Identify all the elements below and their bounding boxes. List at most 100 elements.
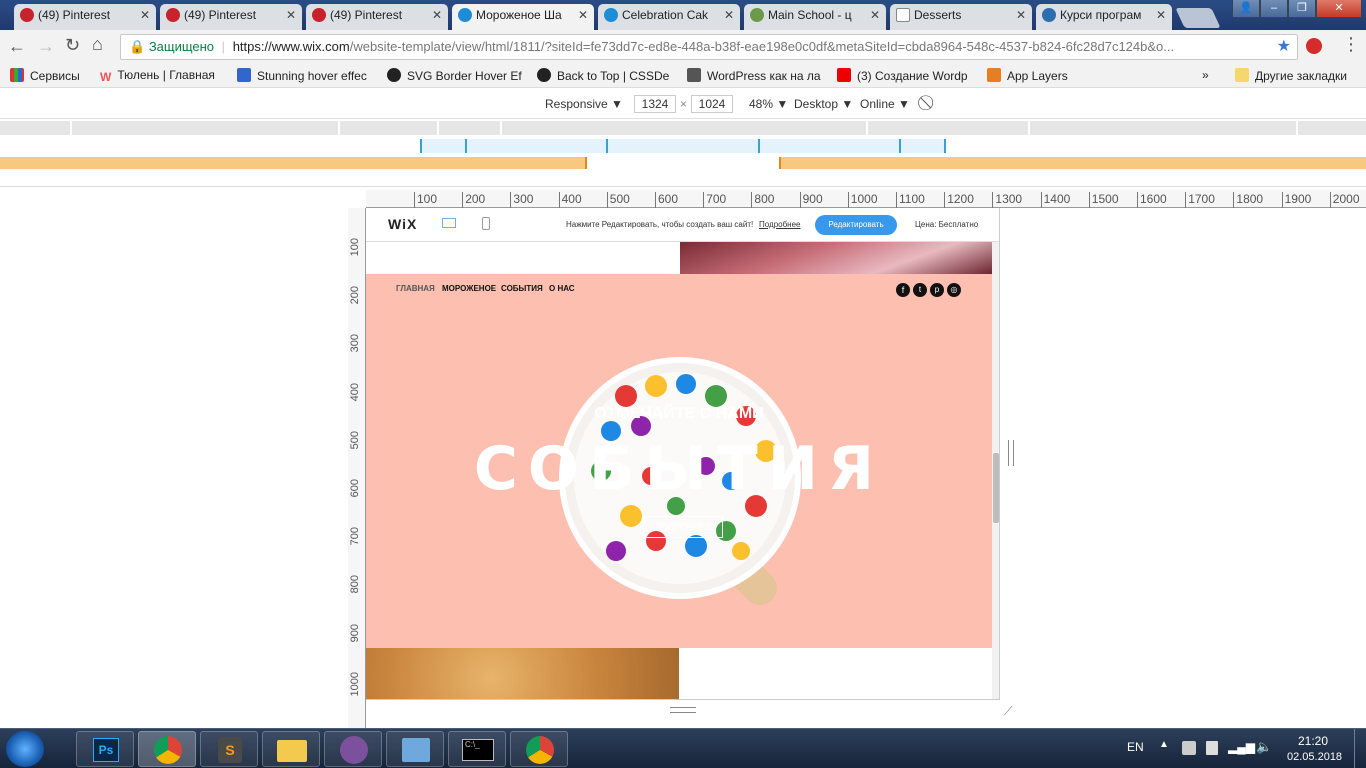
other-bookmarks[interactable]: Другие закладки (1235, 68, 1347, 83)
close-icon[interactable]: ✕ (1156, 4, 1166, 26)
facebook-icon[interactable]: f (896, 283, 910, 297)
taskbar-explorer[interactable] (262, 731, 320, 767)
bookmark-item[interactable]: WordPress как на ла (687, 68, 821, 83)
bookmark-item[interactable]: W Тюлень | Главная (100, 68, 215, 84)
volume-icon[interactable]: 🔈 (1256, 739, 1272, 755)
user-icon[interactable]: 👤 (1232, 0, 1260, 18)
browser-tab[interactable]: (49) Pinterest ✕ (160, 4, 302, 30)
ruler-tick-label: 1400 (1040, 192, 1070, 208)
new-tab-button[interactable] (1175, 8, 1221, 28)
tab-title: (49) Pinterest (184, 8, 257, 22)
tab-title: (49) Pinterest (330, 8, 403, 22)
zoom-select[interactable]: 48% ▼ (749, 97, 788, 111)
learn-more-link[interactable]: Подробнее (759, 220, 801, 229)
close-icon[interactable]: ✕ (870, 4, 880, 26)
close-icon[interactable]: ✕ (286, 4, 296, 26)
secure-label: Защищено (148, 39, 215, 54)
browser-tab[interactable]: Celebration Cak ✕ (598, 4, 740, 30)
start-button[interactable] (6, 731, 44, 767)
nav-home[interactable]: ГЛАВНАЯ (396, 284, 435, 293)
close-window-button[interactable]: ✕ (1316, 0, 1362, 18)
taskbar-viber[interactable] (324, 731, 382, 767)
nav-events[interactable]: СОБЫТИЯ (501, 284, 543, 293)
signal-icon[interactable]: ▂▄▆ (1228, 740, 1255, 754)
wix-logo[interactable]: WiX (388, 216, 417, 232)
nav-ice-cream[interactable]: МОРОЖЕНОЕ (442, 284, 496, 293)
close-icon[interactable]: ✕ (432, 4, 442, 26)
taskbar-chrome-2[interactable] (510, 731, 568, 767)
bar-marker (758, 139, 760, 153)
height-input[interactable]: 1024 (691, 95, 733, 113)
extension-icon[interactable] (1306, 38, 1322, 54)
taskbar-photoshop[interactable]: Ps (76, 731, 134, 767)
close-icon[interactable]: ✕ (140, 4, 150, 26)
edit-button[interactable]: Редактировать (815, 215, 897, 235)
browser-tab[interactable]: (49) Pinterest ✕ (306, 4, 448, 30)
minimize-button[interactable]: – (1260, 0, 1288, 18)
tray-expand-icon[interactable]: ▲ (1159, 739, 1169, 750)
browser-tab-strip: (49) Pinterest ✕ (49) Pinterest ✕ (49) P… (0, 0, 1366, 30)
browser-tab[interactable]: Desserts ✕ (890, 4, 1032, 30)
bookmarks-overflow[interactable]: » (1202, 68, 1209, 82)
bookmark-item[interactable]: App Layers (987, 68, 1068, 83)
desktop-icon[interactable] (442, 218, 456, 228)
taskbar-sublime[interactable]: S (200, 731, 258, 767)
browser-tab-active[interactable]: Мороженое Ша ✕ (452, 4, 594, 30)
resize-handle-bottom[interactable] (670, 707, 696, 713)
reload-icon[interactable]: ↻ (65, 35, 80, 56)
tab-title: Celebration Cak (622, 8, 709, 22)
network-select[interactable]: Online ▼ (860, 97, 910, 111)
show-desktop-button[interactable] (1354, 729, 1366, 768)
media-query-bar-gray[interactable] (0, 121, 1366, 135)
bookmark-label: (3) Создание Wordp (857, 69, 968, 83)
learn-more-button[interactable]: ПОДРОБНЕЕ (643, 516, 723, 538)
media-query-bar-orange[interactable] (0, 157, 587, 169)
mobile-icon[interactable] (482, 217, 490, 230)
responsive-select[interactable]: Responsive ▼ (545, 97, 623, 111)
instagram-icon[interactable]: ◎ (947, 283, 961, 297)
menu-icon[interactable]: ⋮ (1342, 34, 1360, 55)
address-bar[interactable]: 🔒 Защищено | https://www.wix.com/website… (120, 34, 1298, 60)
close-icon[interactable]: ✕ (1016, 4, 1026, 26)
bookmark-item[interactable]: (3) Создание Wordp (837, 68, 968, 83)
width-input[interactable]: 1324 (634, 95, 676, 113)
nav-about[interactable]: О НАС (549, 284, 575, 293)
bookmark-item[interactable]: Stunning hover effec (237, 68, 367, 83)
home-icon[interactable]: ⌂ (92, 34, 103, 55)
scrollbar-thumb[interactable] (993, 453, 999, 523)
terminal-icon: C:\_ (462, 739, 494, 761)
twitter-icon[interactable]: t (913, 283, 927, 297)
network-error-icon[interactable] (1182, 741, 1196, 755)
language-indicator[interactable]: EN (1127, 740, 1144, 754)
resize-handle-right[interactable] (1008, 440, 1014, 466)
bookmark-item[interactable]: Back to Top | CSSDe (537, 68, 669, 83)
bookmark-item[interactable]: Сервисы (10, 68, 80, 83)
device-icon[interactable] (1206, 741, 1218, 755)
media-query-bar-blue[interactable] (420, 139, 946, 153)
close-icon[interactable]: ✕ (578, 4, 588, 26)
codepen-icon (387, 68, 401, 82)
ruler-tick-label: 1300 (992, 192, 1022, 208)
close-icon[interactable]: ✕ (724, 4, 734, 26)
taskbar-control-panel[interactable] (386, 731, 444, 767)
back-icon[interactable]: ← (8, 36, 26, 57)
maximize-button[interactable]: ❐ (1288, 0, 1316, 18)
bar-divider (1296, 121, 1298, 135)
resize-corner-icon[interactable]: ⟋ (1004, 704, 1012, 719)
tab-title: Main School - ц (768, 8, 852, 22)
taskbar-chrome[interactable] (138, 731, 196, 767)
taskbar-cmd[interactable]: C:\_ (448, 731, 506, 767)
media-query-bar-orange[interactable] (779, 157, 1366, 169)
hero-title: СОБЫТИЯ (473, 434, 885, 504)
bookmark-star-icon[interactable]: ★ (1277, 35, 1291, 59)
clock-time[interactable]: 21:20 (1298, 734, 1328, 748)
clock-date[interactable]: 02.05.2018 (1287, 751, 1342, 763)
ruler-tick-label: 400 (558, 192, 582, 208)
forward-icon[interactable]: → (37, 36, 55, 57)
browser-tab[interactable]: Main School - ц ✕ (744, 4, 886, 30)
pinterest-icon[interactable]: p (930, 283, 944, 297)
browser-tab[interactable]: (49) Pinterest ✕ (14, 4, 156, 30)
device-type-select[interactable]: Desktop ▼ (794, 97, 853, 111)
bookmark-item[interactable]: SVG Border Hover Ef (387, 68, 522, 83)
browser-tab[interactable]: Курси програм ✕ (1036, 4, 1172, 30)
